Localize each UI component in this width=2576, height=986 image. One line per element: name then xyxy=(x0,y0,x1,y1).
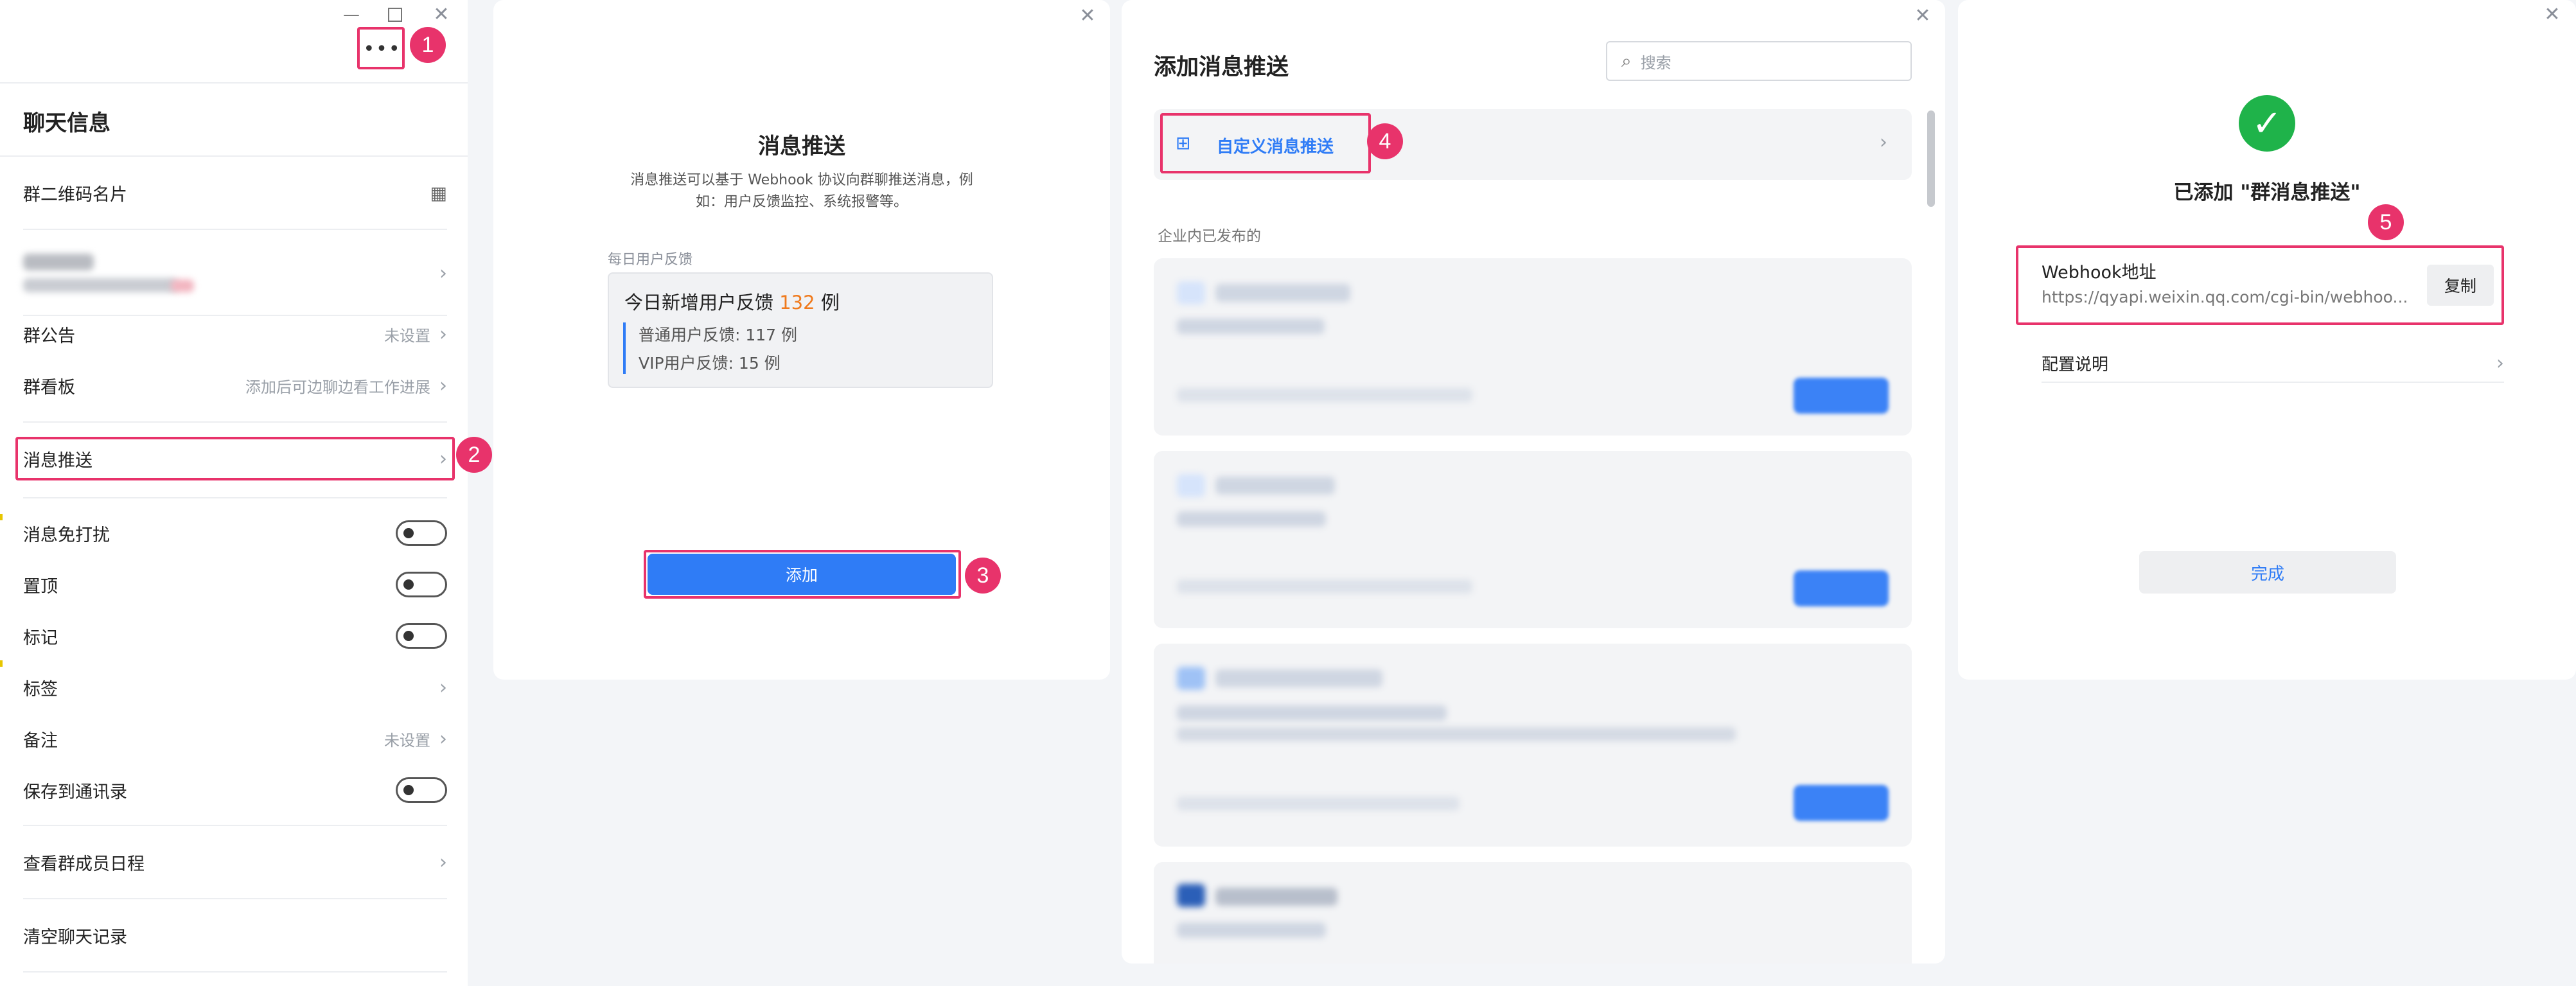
pin-label: 置顶 xyxy=(23,576,58,597)
scrollbar-thumb[interactable] xyxy=(1927,110,1935,207)
preview-headline-suffix: 例 xyxy=(820,292,840,313)
group-notice-row[interactable]: 群公告 未设置 › xyxy=(23,315,447,353)
dialog-desc-line1: 消息推送可以基于 Webhook 协议向群聊推送消息，例 xyxy=(630,172,973,188)
chevron-right-icon: › xyxy=(439,727,447,750)
dialog-title: 添加消息推送 xyxy=(1154,55,1289,80)
published-app-card[interactable] xyxy=(1154,451,1912,628)
config-row[interactable]: 配置说明 › xyxy=(2042,344,2504,383)
preview-headline: 今日新增用户反馈 132 例 xyxy=(624,288,840,315)
close-icon[interactable]: ✕ xyxy=(2543,5,2562,24)
dnd-toggle[interactable] xyxy=(396,520,447,546)
section-label: 企业内已发布的 xyxy=(1158,228,1261,245)
preview-headline-prefix: 今日新增用户反馈 xyxy=(624,292,774,313)
pin-toggle[interactable] xyxy=(396,572,447,597)
close-icon[interactable]: ✕ xyxy=(1078,6,1097,26)
edge-mark xyxy=(0,514,3,520)
dnd-label: 消息免打扰 xyxy=(23,525,110,545)
copy-button[interactable]: 复制 xyxy=(2427,265,2494,306)
remark-label: 备注 xyxy=(23,730,58,751)
preview-headline-count: 132 xyxy=(779,292,815,313)
group-board-hint: 添加后可边聊边看工作进展 xyxy=(245,378,430,396)
group-name-row[interactable]: › xyxy=(23,241,447,305)
chevron-right-icon: › xyxy=(2496,351,2504,374)
group-notice-label: 群公告 xyxy=(23,326,75,346)
save-contacts-label: 保存到通讯录 xyxy=(23,782,127,802)
chevron-right-icon: › xyxy=(1880,131,1887,154)
push-added-dialog: ✕ ✓ 已添加 "群消息推送" Webhook地址 https://qyapi.… xyxy=(1958,0,2576,680)
tags-row[interactable]: 标签 › xyxy=(23,668,447,707)
group-qr-row[interactable]: 群二维码名片 ▦ xyxy=(23,173,447,212)
clear-history-label: 清空聊天记录 xyxy=(23,927,127,947)
dnd-row: 消息免打扰 xyxy=(23,514,447,552)
step-marker-4: 4 xyxy=(1367,123,1403,159)
step-marker-1: 1 xyxy=(410,27,446,63)
close-icon[interactable]: ✕ xyxy=(1913,6,1932,26)
chevron-right-icon: › xyxy=(439,850,447,874)
step-marker-3: 3 xyxy=(965,558,1001,594)
edge-mark xyxy=(0,660,3,667)
dialog-desc-line2: 如：用户反馈监控、系统报警等。 xyxy=(695,194,908,210)
search-icon: ⌕ xyxy=(1621,50,1632,71)
chevron-right-icon: › xyxy=(439,322,447,346)
chat-info-panel: — ✕ ••• 聊天信息 群二维码名片 ▦ › 群公告 未设置 › 群看板 添加后… xyxy=(0,0,468,986)
step-marker-5: 5 xyxy=(2368,204,2404,240)
close-window-icon[interactable]: ✕ xyxy=(432,5,451,24)
qr-code-icon: ▦ xyxy=(430,182,447,204)
published-app-card[interactable] xyxy=(1154,644,1912,847)
page-title: 聊天信息 xyxy=(23,110,110,136)
preview-card: 今日新增用户反馈 132 例 普通用户反馈: 117 例 VIP用户反馈: 15… xyxy=(608,272,993,388)
success-check-icon: ✓ xyxy=(2239,95,2295,152)
group-qr-label: 群二维码名片 xyxy=(23,184,127,205)
webhook-url[interactable]: https://qyapi.weixin.qq.com/cgi-bin/webh… xyxy=(2042,288,2421,306)
quote-bar xyxy=(623,322,626,374)
chevron-right-icon: › xyxy=(439,261,447,285)
member-schedule-label: 查看群成员日程 xyxy=(23,854,145,874)
member-schedule-row[interactable]: 查看群成员日程 › xyxy=(23,843,447,881)
preview-line2: VIP用户反馈: 15 例 xyxy=(639,354,781,373)
highlight-box-4 xyxy=(1160,113,1371,173)
published-app-card[interactable] xyxy=(1154,258,1912,436)
group-board-label: 群看板 xyxy=(23,377,75,398)
step-marker-2: 2 xyxy=(456,437,492,473)
highlight-box-1 xyxy=(357,27,405,69)
chevron-right-icon: › xyxy=(439,676,447,699)
highlight-box-3 xyxy=(644,550,961,599)
search-box[interactable]: ⌕ 搜索 xyxy=(1606,41,1912,81)
add-message-push-dialog: ✕ 添加消息推送 ⌕ 搜索 › ⊞ 自定义消息推送 企业内已发布的 xyxy=(1122,0,1945,964)
blurred-group-name xyxy=(23,247,216,299)
preview-line1: 普通用户反馈: 117 例 xyxy=(639,326,798,344)
mark-toggle[interactable] xyxy=(396,623,447,649)
mark-label: 标记 xyxy=(23,628,58,648)
maximize-icon[interactable] xyxy=(388,8,402,22)
minimize-icon[interactable]: — xyxy=(342,5,361,24)
success-title: 已添加 "群消息推送" xyxy=(2173,181,2361,204)
preview-label: 每日用户反馈 xyxy=(608,252,693,268)
done-button[interactable]: 完成 xyxy=(2139,551,2396,594)
clear-history-row[interactable]: 清空聊天记录 xyxy=(23,916,447,955)
group-board-row[interactable]: 群看板 添加后可边聊边看工作进展 › xyxy=(23,366,447,405)
message-push-dialog: ✕ 消息推送 消息推送可以基于 Webhook 协议向群聊推送消息，例 如：用户… xyxy=(493,0,1110,680)
published-app-card[interactable] xyxy=(1154,862,1912,964)
tags-label: 标签 xyxy=(23,679,58,700)
highlight-box-2 xyxy=(15,437,455,480)
chevron-right-icon: › xyxy=(439,374,447,397)
remark-row[interactable]: 备注 未设置 › xyxy=(23,719,447,758)
save-contacts-row: 保存到通讯录 xyxy=(23,771,447,809)
save-contacts-toggle[interactable] xyxy=(396,777,447,803)
config-label: 配置说明 xyxy=(2042,355,2109,374)
pin-row: 置顶 xyxy=(23,565,447,604)
webhook-label: Webhook地址 xyxy=(2042,263,2157,283)
dialog-title: 消息推送 xyxy=(758,134,845,159)
search-placeholder: 搜索 xyxy=(1640,53,1672,72)
mark-row: 标记 xyxy=(23,617,447,655)
remark-hint: 未设置 xyxy=(384,731,430,750)
group-notice-hint: 未设置 xyxy=(384,326,430,345)
